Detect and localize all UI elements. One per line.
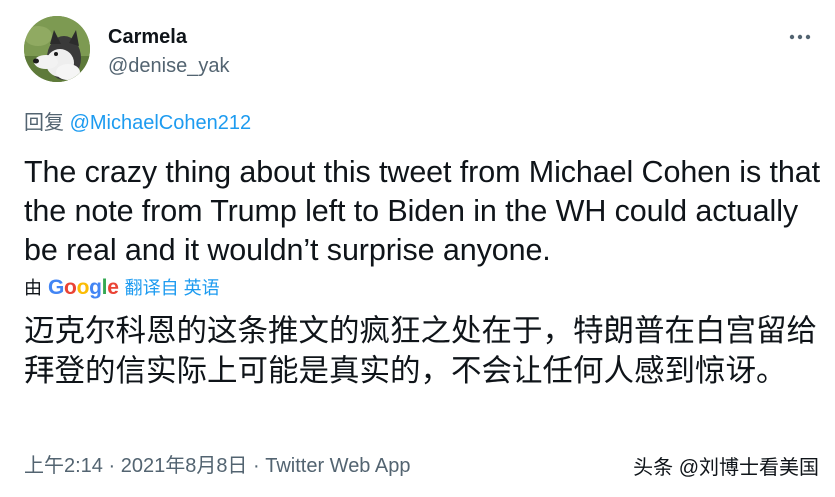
translated-by-label: 由 <box>24 278 42 298</box>
reply-mention-link[interactable]: @MichaelCohen212 <box>70 112 252 134</box>
husky-dog-avatar-icon <box>24 16 90 82</box>
tweet-card: Carmela @denise_yak 回复 @MichaelCohen212 … <box>0 0 835 497</box>
user-handle[interactable]: @denise_yak <box>108 52 229 80</box>
tweet-timestamp[interactable]: 上午2:14 · 2021年8月8日 <box>24 455 247 477</box>
reply-prefix: 回复 <box>24 112 64 134</box>
tweet-text: The crazy thing about this tweet from Mi… <box>24 155 820 267</box>
translated-from-link[interactable]: 翻译自 英语 <box>125 275 220 301</box>
display-name[interactable]: Carmela <box>108 24 229 50</box>
google-logo: Google <box>48 276 119 299</box>
tweet-header: Carmela @denise_yak <box>24 16 819 86</box>
translated-by: 由 Google 翻译自 英语 <box>24 275 220 301</box>
meta-separator: · <box>247 455 266 477</box>
tweet-meta: 上午2:14 · 2021年8月8日 · Twitter Web App <box>24 453 410 479</box>
user-names: Carmela @denise_yak <box>108 24 229 80</box>
translated-text: 迈克尔科恩的这条推文的疯狂之处在于，特朗普在白宫留给拜登的信实际上可能是真实的，… <box>24 314 817 388</box>
tweet-source[interactable]: Twitter Web App <box>265 455 410 477</box>
more-options-button[interactable] <box>785 22 815 52</box>
more-horizontal-icon <box>789 34 811 40</box>
replying-to: 回复 @MichaelCohen212 <box>24 110 251 136</box>
watermark: 头条 @刘博士看美国 <box>633 457 819 479</box>
avatar[interactable] <box>24 16 90 82</box>
